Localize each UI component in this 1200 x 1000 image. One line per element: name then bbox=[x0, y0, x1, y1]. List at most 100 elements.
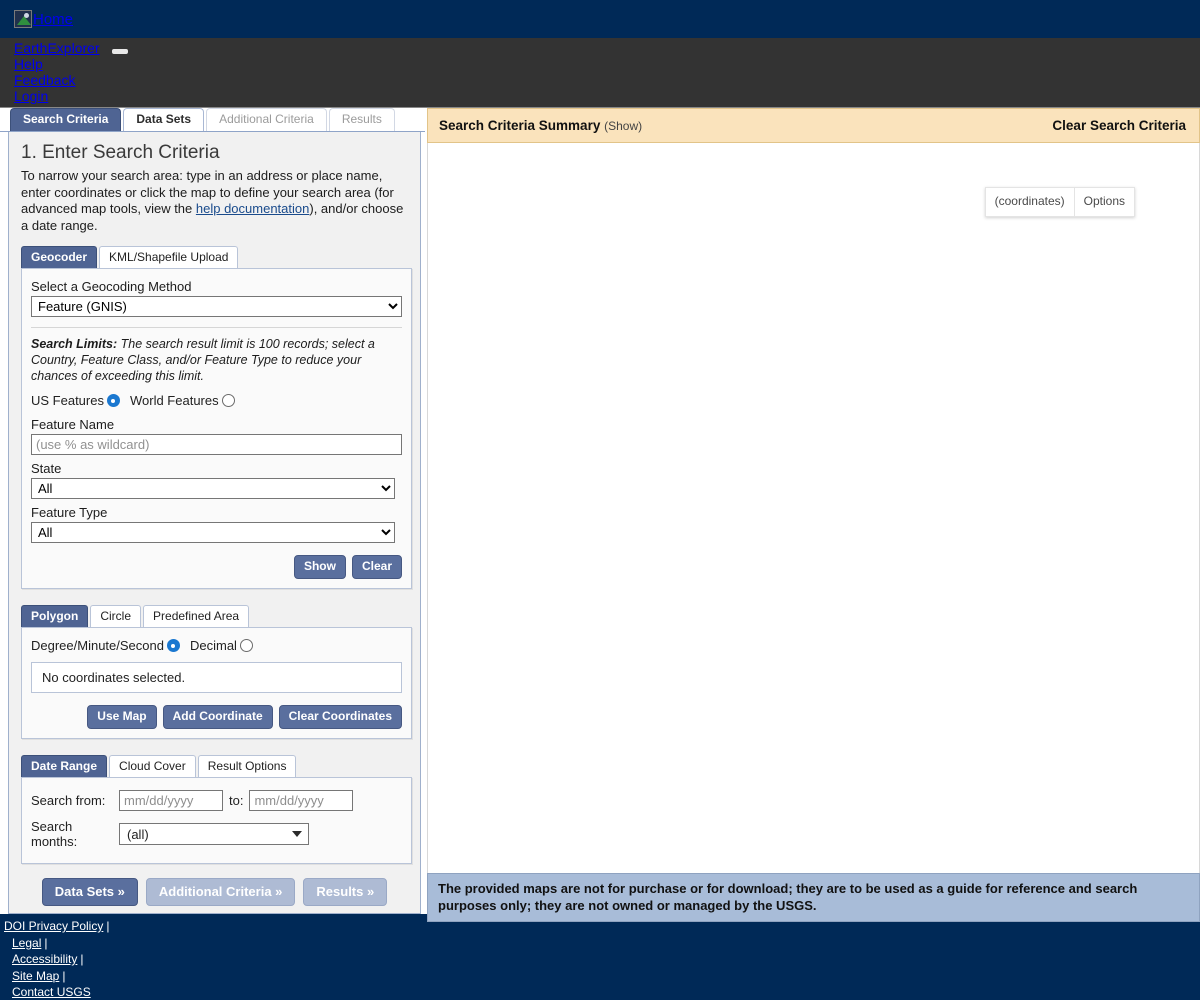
footer-link-accessibility[interactable]: Accessibility bbox=[12, 952, 77, 966]
spatial-group: Polygon Circle Predefined Area Degree/Mi… bbox=[21, 605, 412, 739]
feature-type-select[interactable]: All bbox=[31, 522, 395, 543]
tab-cloud-cover[interactable]: Cloud Cover bbox=[109, 755, 196, 777]
world-features-radio[interactable] bbox=[221, 394, 235, 407]
footer-row-2: Legal | bbox=[4, 935, 1200, 952]
geocoding-method-select[interactable]: Feature (GNIS) bbox=[31, 296, 402, 317]
decimal-radio[interactable] bbox=[239, 639, 253, 652]
filters-tabrow: Date Range Cloud Cover Result Options bbox=[21, 755, 412, 777]
feature-name-input[interactable] bbox=[31, 434, 402, 455]
search-criteria-summary-bar: Search Criteria Summary (Show) Clear Sea… bbox=[427, 108, 1200, 143]
us-features-label: US Features bbox=[31, 393, 104, 408]
dms-radio[interactable] bbox=[166, 639, 180, 652]
filters-group: Date Range Cloud Cover Result Options Se… bbox=[21, 755, 412, 864]
clear-button[interactable]: Clear bbox=[351, 555, 402, 579]
tab-results[interactable]: Results bbox=[328, 108, 395, 131]
search-months-row: Search months: (all) bbox=[31, 819, 402, 849]
page-title: 1. Enter Search Criteria bbox=[21, 142, 220, 163]
tab-result-options[interactable]: Result Options bbox=[197, 755, 297, 777]
nav-item-help[interactable]: Help bbox=[14, 56, 43, 72]
map-panel: Search Criteria Summary (Show) Clear Sea… bbox=[427, 108, 1200, 922]
data-sets-next-button[interactable]: Data Sets » bbox=[41, 878, 138, 906]
clear-search-criteria-button[interactable]: Clear Search Criteria bbox=[1052, 118, 1186, 133]
minimize-icon[interactable] bbox=[111, 48, 128, 54]
tab-search-criteria[interactable]: Search Criteria bbox=[10, 108, 122, 131]
additional-criteria-next-button[interactable]: Additional Criteria » bbox=[145, 878, 296, 906]
tab-data-sets[interactable]: Data Sets bbox=[123, 108, 205, 131]
tab-polygon[interactable]: Polygon bbox=[21, 605, 89, 627]
app-body: Search Criteria Data Sets Additional Cri… bbox=[0, 108, 1200, 922]
coordinates-status: No coordinates selected. bbox=[31, 662, 402, 693]
clear-coordinates-button[interactable]: Clear Coordinates bbox=[278, 705, 402, 729]
footer-separator: | bbox=[80, 952, 84, 966]
help-documentation-link[interactable]: help documentation bbox=[196, 201, 309, 216]
map-control-group: (coordinates) Options bbox=[984, 187, 1135, 217]
nav-item-login[interactable]: Login bbox=[14, 88, 48, 104]
map-disclaimer-notice: The provided maps are not for purchase o… bbox=[427, 873, 1200, 922]
workflow-tab-strip: Search Criteria Data Sets Additional Cri… bbox=[0, 108, 425, 132]
summary-title: Search Criteria Summary bbox=[439, 118, 601, 133]
decimal-label: Decimal bbox=[189, 638, 237, 653]
tab-predefined-area[interactable]: Predefined Area bbox=[143, 605, 250, 627]
feature-scope-radios: US Features World Features bbox=[31, 393, 402, 408]
search-months-select[interactable]: (all) bbox=[119, 823, 309, 845]
date-range-panel: Search from: to: Search months: (all) bbox=[21, 777, 412, 864]
nav-title-row: EarthExplorer bbox=[14, 40, 1200, 56]
footer-row-4: Site Map | bbox=[4, 968, 1200, 985]
search-months-value: (all) bbox=[127, 826, 149, 842]
earthexplorer-nav: EarthExplorer Help Feedback Login bbox=[0, 38, 1200, 108]
coordinates-display-button[interactable]: (coordinates) bbox=[984, 187, 1075, 217]
search-from-input[interactable] bbox=[119, 790, 223, 811]
nav-item-earthexplorer[interactable]: EarthExplorer bbox=[14, 40, 100, 56]
tab-geocoder[interactable]: Geocoder bbox=[21, 246, 98, 268]
use-map-button[interactable]: Use Map bbox=[87, 705, 157, 729]
footer-link-legal[interactable]: Legal bbox=[12, 936, 41, 950]
world-features-label: World Features bbox=[129, 393, 219, 408]
footer-link-doi-privacy-policy[interactable]: DOI Privacy Policy bbox=[4, 919, 103, 933]
spatial-tabrow: Polygon Circle Predefined Area bbox=[21, 605, 412, 627]
geocoder-buttons: Show Clear bbox=[31, 555, 402, 579]
results-next-button[interactable]: Results » bbox=[303, 878, 388, 906]
state-label: State bbox=[31, 461, 62, 476]
feature-type-label: Feature Type bbox=[31, 505, 108, 520]
footer-separator: | bbox=[44, 935, 48, 950]
feature-name-label: Feature Name bbox=[31, 417, 115, 432]
tab-additional-criteria[interactable]: Additional Criteria bbox=[206, 108, 327, 131]
search-limits-note: Search Limits: The search result limit i… bbox=[31, 336, 402, 384]
map-options-button[interactable]: Options bbox=[1074, 187, 1135, 217]
footer-separator: | bbox=[62, 968, 66, 983]
show-button[interactable]: Show bbox=[293, 555, 346, 579]
footer-row-3: Accessibility | bbox=[4, 951, 1200, 968]
map-canvas[interactable]: (coordinates) Options bbox=[427, 143, 1200, 873]
site-footer: DOI Privacy Policy | Legal | Accessibility… bbox=[0, 914, 1200, 1000]
step-description: To narrow your search area: type in an a… bbox=[21, 168, 408, 234]
divider bbox=[31, 327, 402, 328]
coordinate-format-radios: Degree/Minute/Second Decimal bbox=[31, 638, 402, 653]
search-months-label: Search months: bbox=[31, 819, 78, 849]
chevron-down-icon bbox=[292, 831, 302, 837]
summary-title-group: Search Criteria Summary (Show) bbox=[439, 118, 642, 133]
footer-row-5: Contact USGS bbox=[4, 984, 1200, 1000]
tab-kml-shapefile-upload[interactable]: KML/Shapefile Upload bbox=[99, 246, 239, 268]
home-link[interactable]: Home bbox=[14, 10, 73, 28]
state-select[interactable]: All bbox=[31, 478, 395, 499]
geocoder-panel: Select a Geocoding Method Feature (GNIS)… bbox=[21, 268, 412, 589]
add-coordinate-button[interactable]: Add Coordinate bbox=[162, 705, 273, 729]
us-features-radio[interactable] bbox=[106, 394, 120, 407]
summary-show-toggle[interactable]: (Show) bbox=[604, 119, 642, 133]
footer-separator: | bbox=[106, 919, 110, 933]
to-label: to: bbox=[229, 793, 244, 808]
home-link-label: Home bbox=[33, 10, 74, 28]
tab-date-range[interactable]: Date Range bbox=[21, 755, 108, 777]
tab-circle[interactable]: Circle bbox=[90, 605, 142, 627]
broken-image-icon bbox=[14, 10, 32, 28]
search-to-input[interactable] bbox=[249, 790, 354, 811]
footer-link-contact-usgs[interactable]: Contact USGS bbox=[12, 985, 91, 999]
nav-item-feedback[interactable]: Feedback bbox=[14, 72, 75, 88]
geocoder-group: Geocoder KML/Shapefile Upload Select a G… bbox=[21, 246, 412, 589]
dms-label: Degree/Minute/Second bbox=[31, 638, 164, 653]
criteria-pane: 1. Enter Search Criteria To narrow your … bbox=[8, 132, 421, 914]
step-navigation: Data Sets » Additional Criteria » Result… bbox=[17, 878, 412, 906]
search-from-row: Search from: to: bbox=[31, 790, 402, 811]
spatial-buttons: Use Map Add Coordinate Clear Coordinates bbox=[31, 705, 402, 729]
footer-link-site-map[interactable]: Site Map bbox=[12, 969, 59, 983]
